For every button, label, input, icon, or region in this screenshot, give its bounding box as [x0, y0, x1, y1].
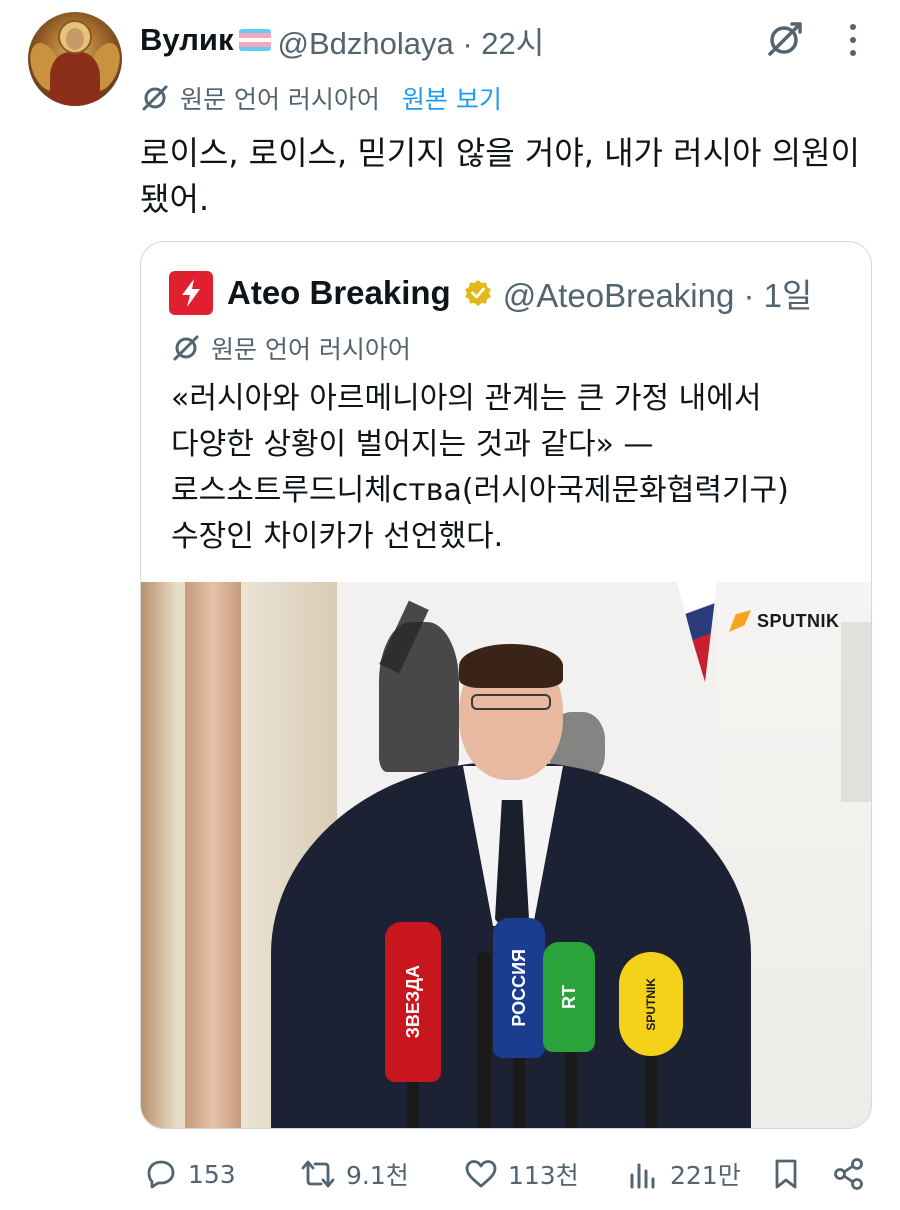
tweet-header: Вулик @Bdzholaya · 22시 — [140, 18, 544, 62]
mic-zvezda: ЗВЕЗДА — [385, 922, 441, 1082]
translate-icon — [142, 85, 168, 111]
like-button[interactable]: 113천 — [464, 1152, 579, 1196]
mic-rossiya: РОССИЯ — [493, 918, 545, 1058]
views-button[interactable]: 221만 — [626, 1152, 741, 1196]
quoted-text-line: 다양한 상황이 벌어지는 것과 같다» — — [171, 427, 654, 462]
quoted-tweet-header: Ateo Breaking @AteoBreaking · 1일 — [169, 268, 812, 318]
quoted-text-line: 수장인 차이카가 선언했다. — [171, 519, 504, 554]
reply-icon — [147, 1160, 175, 1189]
tweet[interactable]: Вулик @Bdzholaya · 22시 원문 언어 러시아어 원본 보기 … — [0, 0, 900, 1210]
mute-icon[interactable] — [764, 20, 804, 60]
quoted-translation-label: 원문 언어 러시아어 — [211, 335, 411, 364]
action-bar: 153 9.1천 113천 221만 — [140, 1152, 872, 1196]
translate-icon — [173, 335, 199, 361]
reply-button[interactable]: 153 — [144, 1152, 236, 1196]
show-original-link[interactable]: 원본 보기 — [402, 80, 502, 116]
avatar[interactable] — [28, 12, 122, 106]
share-button[interactable] — [832, 1152, 866, 1196]
like-icon — [465, 1160, 497, 1188]
repost-count: 9.1천 — [346, 1161, 409, 1190]
trans-flag-icon — [239, 29, 272, 51]
sputnik-logo: SPUTNIK — [729, 610, 840, 632]
quoted-avatar[interactable] — [169, 271, 213, 315]
quoted-tweet[interactable]: Ateo Breaking @AteoBreaking · 1일 원문 언어 러… — [140, 241, 872, 1129]
verified-icon — [463, 278, 493, 308]
tweet-text-line: 됐어. — [140, 180, 210, 218]
quoted-text-line: 로스소트루드니체ства(러시아국제문화협력기구) — [171, 473, 789, 508]
translation-notice: 원문 언어 러시아어 원본 보기 — [140, 78, 502, 118]
quoted-text-line: «러시아와 아르메니아의 관계는 큰 가정 내에서 — [171, 381, 762, 416]
translation-label: 원문 언어 러시아어 — [180, 85, 380, 114]
tweet-text-line: 로이스, 로이스, 믿기지 않을 거야, 내가 러시아 의원이 — [140, 134, 860, 172]
bookmark-icon — [775, 1159, 797, 1189]
more-icon[interactable] — [838, 18, 868, 62]
quoted-tweet-text: «러시아와 아르메니아의 관계는 큰 가정 내에서 다양한 상황이 벌어지는 것… — [171, 376, 851, 560]
handle-and-time[interactable]: @Bdzholaya · 22시 — [277, 18, 544, 63]
views-icon — [630, 1163, 655, 1189]
share-icon — [834, 1158, 863, 1190]
statue-graphic — [379, 622, 459, 772]
quoted-handle-and-time[interactable]: @AteoBreaking · 1일 — [503, 269, 813, 317]
repost-button[interactable]: 9.1천 — [300, 1152, 409, 1196]
quoted-translation-notice: 원문 언어 러시아어 — [171, 328, 411, 368]
bookmark-button[interactable] — [770, 1152, 802, 1196]
quoted-display-name[interactable]: Ateo Breaking — [227, 274, 451, 312]
mic-sputnik: SPUTNIK — [619, 952, 683, 1056]
repost-icon — [301, 1160, 335, 1188]
lightning-icon — [182, 279, 200, 307]
views-count: 221만 — [670, 1161, 741, 1190]
display-name[interactable]: Вулик — [140, 22, 233, 58]
tweet-text: 로이스, 로이스, 믿기지 않을 거야, 내가 러시아 의원이 됐어. — [140, 130, 880, 222]
like-count: 113천 — [508, 1161, 579, 1190]
quoted-tweet-photo[interactable]: SPUTNIK ЗВЕЗДА РОССИЯ RT SPUTNIK — [141, 582, 871, 1128]
reply-count: 153 — [188, 1159, 236, 1189]
mic-rt: RT — [543, 942, 595, 1052]
